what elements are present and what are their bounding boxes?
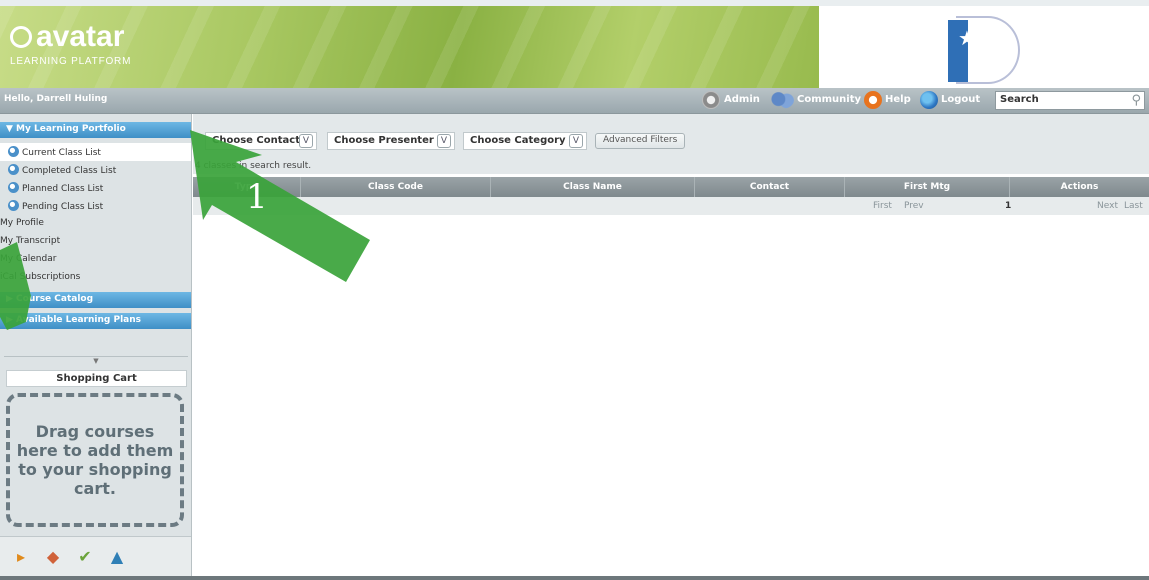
logo-word: avatar: [36, 20, 125, 53]
logout-link[interactable]: Logout: [941, 94, 980, 105]
nav-pending-class-list[interactable]: Pending Class List: [0, 197, 191, 215]
logo-subtitle: LEARNING PLATFORM: [10, 56, 132, 67]
top-toolbar: Hello, Darrell Huling Admin Community He…: [0, 88, 1149, 114]
logo-mark-icon: [10, 26, 32, 48]
admin-icon[interactable]: [702, 91, 720, 109]
column-header-class-name[interactable]: Class Name: [491, 177, 695, 197]
choose-presenter-dropdown[interactable]: Choose Presenter V: [327, 132, 455, 150]
table-header: Type Class Code Class Name Contact First…: [193, 177, 1149, 197]
column-header-type[interactable]: Type: [193, 177, 301, 197]
nav-item-label: Planned Class List: [22, 184, 104, 194]
mountain-icon[interactable]: ▲: [106, 547, 128, 567]
pager-current-page: 1: [1005, 201, 1012, 211]
sidebar-toolbar: ▸ ◆ ✔ ▲: [0, 536, 191, 576]
search-input[interactable]: [1000, 94, 1120, 105]
community-icon[interactable]: [770, 91, 794, 109]
my-learning-portfolio-header[interactable]: ▼ My Learning Portfolio: [0, 122, 191, 138]
nav-my-profile[interactable]: My Profile: [0, 215, 191, 233]
column-header-class-code[interactable]: Class Code: [301, 177, 491, 197]
advanced-filters-button[interactable]: Advanced Filters: [595, 133, 686, 149]
choose-category-label: Choose Category: [470, 135, 566, 146]
footer-bar: [0, 576, 1149, 580]
nav-my-calendar[interactable]: My Calendar: [0, 251, 191, 269]
nav-my-transcript[interactable]: My Transcript: [0, 233, 191, 251]
nav-item-label: Pending Class List: [22, 202, 104, 212]
column-header-actions[interactable]: Actions: [1010, 177, 1149, 197]
community-link[interactable]: Community: [797, 94, 861, 105]
nav-item-label: Current Class List: [22, 148, 101, 158]
nav-item-label: Completed Class List: [22, 166, 117, 176]
help-icon[interactable]: [864, 91, 882, 109]
choose-contact-dropdown[interactable]: Choose Contact V: [205, 132, 317, 150]
nav-current-class-list[interactable]: Current Class List: [0, 143, 191, 161]
globe-icon[interactable]: [920, 91, 938, 109]
admin-link[interactable]: Admin: [724, 94, 760, 105]
panel-collapse-toggle[interactable]: ▼: [4, 356, 188, 365]
star-icon: ★: [958, 26, 976, 50]
class-list-icon: [8, 164, 19, 175]
dropdown-arrow-icon[interactable]: V: [569, 134, 583, 148]
help-link[interactable]: Help: [885, 94, 911, 105]
user-greeting: Hello, Darrell Huling: [4, 94, 108, 104]
sidebar: ▼ My Learning Portfolio Current Class Li…: [0, 114, 192, 576]
pager-next[interactable]: Next: [1097, 201, 1118, 211]
dropdown-arrow-icon[interactable]: V: [299, 134, 313, 148]
search-icon[interactable]: ⚲: [1131, 93, 1141, 108]
filter-bar: Choose Contact V Choose Presenter V Choo…: [193, 114, 1149, 174]
shopping-cart-dropzone[interactable]: Drag courses here to add them to your sh…: [6, 393, 184, 527]
school-seal-logo: ★: [944, 14, 1026, 86]
search-box[interactable]: ⚲: [995, 91, 1145, 110]
main-content: Choose Contact V Choose Presenter V Choo…: [193, 114, 1149, 576]
course-catalog-header[interactable]: ▶ Course Catalog: [0, 292, 191, 308]
pencil-icon[interactable]: ▸: [10, 547, 32, 567]
class-list-icon: [8, 182, 19, 193]
shopping-cart-hint: Drag courses here to add them to your sh…: [16, 422, 174, 498]
pagination: First Prev 1 Next Last: [193, 197, 1149, 215]
nav-completed-class-list[interactable]: Completed Class List: [0, 161, 191, 179]
choose-category-dropdown[interactable]: Choose Category V: [463, 132, 587, 150]
pager-last[interactable]: Last: [1124, 201, 1143, 211]
pager-first[interactable]: First: [873, 201, 892, 211]
column-header-contact[interactable]: Contact: [695, 177, 845, 197]
column-header-first-mtg[interactable]: First Mtg: [845, 177, 1010, 197]
result-count: 4 classes in search result.: [195, 161, 312, 171]
dropdown-arrow-icon[interactable]: V: [437, 134, 451, 148]
available-learning-plans-header[interactable]: ▶ Available Learning Plans: [0, 313, 191, 329]
calendar-icon[interactable]: ◆: [42, 547, 64, 567]
checklist-icon[interactable]: ✔: [74, 547, 96, 567]
nav-planned-class-list[interactable]: Planned Class List: [0, 179, 191, 197]
shopping-cart-title: Shopping Cart: [6, 370, 187, 387]
choose-contact-label: Choose Contact: [212, 135, 300, 146]
pager-prev[interactable]: Prev: [904, 201, 924, 211]
class-list-icon: [8, 146, 19, 157]
nav-ical-subscriptions[interactable]: iCal Subscriptions: [0, 269, 191, 287]
header-banner: avatar LEARNING PLATFORM ★: [0, 0, 1149, 88]
class-list-icon: [8, 200, 19, 211]
choose-presenter-label: Choose Presenter: [334, 135, 434, 146]
